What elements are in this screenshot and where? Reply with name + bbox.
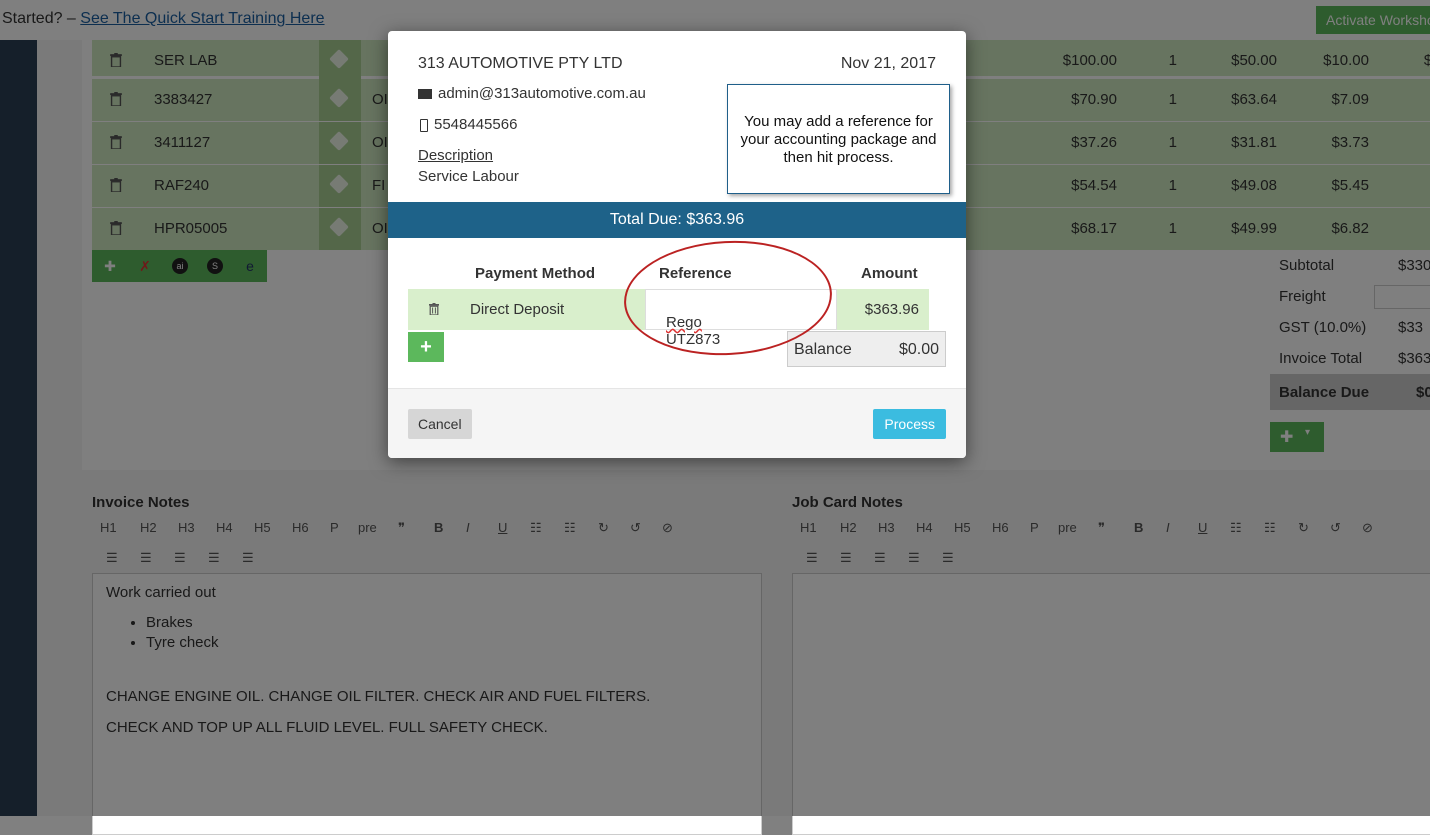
payment-method-header: Payment Method xyxy=(475,265,596,282)
mobile-icon xyxy=(420,118,428,132)
amount-header: Amount xyxy=(861,265,918,282)
payment-amount[interactable]: $363.96 xyxy=(865,301,919,318)
balance-label: Balance xyxy=(794,341,852,358)
trash-icon[interactable] xyxy=(429,303,439,315)
modal-footer: Cancel Process xyxy=(388,388,966,458)
balance-value: $0.00 xyxy=(898,341,939,358)
company-email: admin@313automotive.com.au xyxy=(418,85,646,102)
invoice-date: Nov 21, 2017 xyxy=(840,55,936,72)
payment-modal: 313 AUTOMOTIVE PTY LTD Nov 21, 2017 admi… xyxy=(388,31,966,458)
add-payment-button[interactable]: + xyxy=(408,332,444,362)
cancel-button[interactable]: Cancel xyxy=(408,409,472,439)
payment-method-select[interactable]: Direct Deposit xyxy=(470,301,564,318)
tutorial-callout: You may add a reference for your account… xyxy=(727,84,950,194)
company-name: 313 AUTOMOTIVE PTY LTD xyxy=(418,55,623,72)
process-button[interactable]: Process xyxy=(873,409,946,439)
company-phone: 5548445566 xyxy=(418,116,517,133)
balance-box: Balance $0.00 xyxy=(787,331,946,367)
total-due-bar: Total Due: $363.96 xyxy=(388,202,966,238)
description-value: Service Labour xyxy=(418,168,519,185)
description-label: Description xyxy=(418,147,494,164)
envelope-icon xyxy=(418,89,432,100)
